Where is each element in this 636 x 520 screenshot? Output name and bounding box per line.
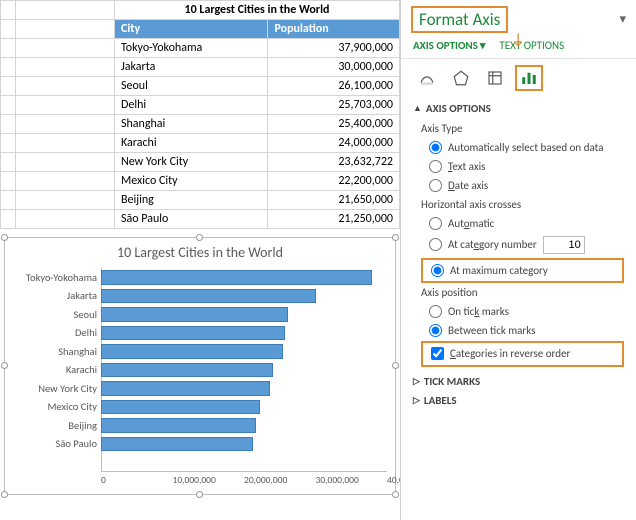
cell-pop[interactable]: 25,703,000 xyxy=(268,96,400,115)
bar[interactable] xyxy=(101,344,283,359)
resize-handle[interactable] xyxy=(1,362,8,369)
size-properties-icon[interactable] xyxy=(481,65,509,91)
col-header-pop[interactable]: Population xyxy=(268,20,400,39)
cell-pop[interactable]: 30,000,000 xyxy=(268,58,400,77)
cell-city[interactable]: Karachi xyxy=(114,134,267,153)
label-axis-type: Axis Type xyxy=(421,120,624,138)
bar-label: Tokyo-Yokohama xyxy=(11,271,101,284)
cell-city[interactable]: Seoul xyxy=(114,77,267,96)
radio-text-axis[interactable] xyxy=(429,160,442,173)
pane-menu-icon[interactable]: ▾ xyxy=(619,12,626,27)
radio-automatic[interactable] xyxy=(429,217,442,230)
cell-city[interactable]: Beijing xyxy=(114,191,267,210)
bar-label: Shanghai xyxy=(11,345,101,358)
axis-options-icon[interactable] xyxy=(515,65,543,91)
bar[interactable] xyxy=(101,437,253,452)
bar[interactable] xyxy=(101,363,273,378)
bar[interactable] xyxy=(101,381,270,396)
bar[interactable] xyxy=(101,307,288,322)
cell-city[interactable]: Jakarta xyxy=(114,58,267,77)
data-table[interactable]: 10 Largest Cities in the World CityPopul… xyxy=(0,0,400,229)
bar[interactable] xyxy=(101,326,285,341)
fill-line-icon[interactable] xyxy=(413,65,441,91)
bar[interactable] xyxy=(101,400,260,415)
cell-pop[interactable]: 22,200,000 xyxy=(268,172,400,191)
chart-title[interactable]: 10 Largest Cities in the World xyxy=(5,238,395,265)
tab-axis-options[interactable]: AXIS OPTIONS ▾ xyxy=(413,39,485,52)
resize-handle[interactable] xyxy=(196,491,203,498)
caret-right-icon: ▷ xyxy=(413,376,420,387)
resize-handle[interactable] xyxy=(1,234,8,241)
radio-auto-select[interactable] xyxy=(429,141,442,154)
radio-at-max-category[interactable] xyxy=(431,264,444,277)
label-axis-pos: Axis position xyxy=(421,284,624,302)
bar-label: Seoul xyxy=(11,308,101,321)
cell-pop[interactable]: 21,250,000 xyxy=(268,210,400,229)
effects-icon[interactable] xyxy=(447,65,475,91)
cell-city[interactable]: New York City xyxy=(114,153,267,172)
bar-label: Jakarta xyxy=(11,289,101,302)
section-labels[interactable]: ▷LABELS xyxy=(401,391,636,410)
cell-pop[interactable]: 24,000,000 xyxy=(268,134,400,153)
cell-city[interactable]: São Paulo xyxy=(114,210,267,229)
section-tick-marks[interactable]: ▷TICK MARKS xyxy=(401,372,636,391)
chart-object[interactable]: 10 Largest Cities in the World Tokyo-Yok… xyxy=(4,237,396,495)
cell-pop[interactable]: 26,100,000 xyxy=(268,77,400,96)
section-axis-options[interactable]: ▲AXIS OPTIONS xyxy=(401,99,636,118)
col-header-city[interactable]: City xyxy=(114,20,267,39)
cat-number-input[interactable] xyxy=(543,236,585,254)
cell-city[interactable]: Tokyo-Yokohama xyxy=(114,39,267,58)
cell-city[interactable]: Delhi xyxy=(114,96,267,115)
cell-pop[interactable]: 23,632,722 xyxy=(268,153,400,172)
caret-right-icon: ▷ xyxy=(413,395,420,406)
table-title[interactable]: 10 Largest Cities in the World xyxy=(114,1,399,20)
bar[interactable] xyxy=(101,289,316,304)
radio-at-cat-num[interactable] xyxy=(429,238,442,251)
resize-handle[interactable] xyxy=(196,234,203,241)
chevron-down-icon: ▾ xyxy=(480,39,486,52)
radio-between-tick[interactable] xyxy=(429,324,442,337)
bar-label: Beijing xyxy=(11,419,101,432)
radio-on-tick[interactable] xyxy=(429,305,442,318)
tab-text-options[interactable]: TEXT OPTIONS xyxy=(499,39,564,52)
caret-down-icon: ▲ xyxy=(413,103,422,114)
pane-title: Format Axis xyxy=(411,6,508,33)
bar-label: Delhi xyxy=(11,326,101,339)
callout-arrow-icon: ↓ xyxy=(511,30,525,49)
bar-label: Karachi xyxy=(11,363,101,376)
bar-label: São Paulo xyxy=(11,437,101,450)
bar-label: New York City xyxy=(11,382,101,395)
check-reverse-order[interactable] xyxy=(431,347,444,360)
label-h-cross: Horizontal axis crosses xyxy=(421,196,624,214)
bar[interactable] xyxy=(101,270,372,285)
bar-label: Mexico City xyxy=(11,400,101,413)
cell-city[interactable]: Mexico City xyxy=(114,172,267,191)
resize-handle[interactable] xyxy=(1,491,8,498)
cell-pop[interactable]: 37,900,000 xyxy=(268,39,400,58)
worksheet-area: 10 Largest Cities in the World CityPopul… xyxy=(0,0,400,520)
resize-handle[interactable] xyxy=(392,234,399,241)
x-axis[interactable]: 010,000,00020,000,00030,000,00040,000,00… xyxy=(101,474,387,490)
radio-date-axis[interactable] xyxy=(429,179,442,192)
resize-handle[interactable] xyxy=(392,362,399,369)
cell-pop[interactable]: 21,650,000 xyxy=(268,191,400,210)
resize-handle[interactable] xyxy=(392,491,399,498)
plot-area[interactable]: Tokyo-Yokohama Jakarta Seoul Delhi Shanghai K… xyxy=(11,268,387,472)
bar[interactable] xyxy=(101,418,256,433)
cell-pop[interactable]: 25,400,000 xyxy=(268,115,400,134)
format-axis-pane: Format Axis ▾ ↓ AXIS OPTIONS ▾ TEXT OPTI… xyxy=(400,0,636,520)
cell-city[interactable]: Shanghai xyxy=(114,115,267,134)
